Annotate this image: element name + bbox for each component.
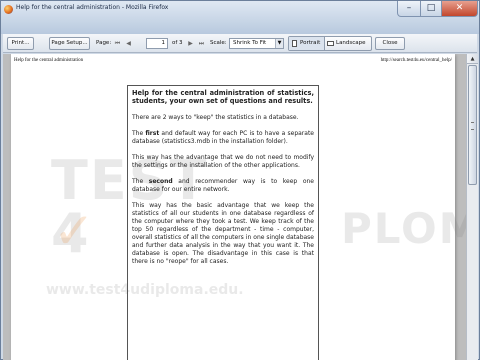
page-number-input[interactable]: 1 bbox=[146, 38, 168, 49]
portrait-button[interactable]: Portrait bbox=[289, 37, 325, 50]
check-mark-icon: ✓ bbox=[53, 202, 95, 260]
watermark-four: 4 bbox=[51, 202, 89, 265]
print-header-title: Help for the central administration bbox=[14, 58, 84, 63]
preview-page: TEST 4 ✓ PLOMA www.test4udiploma.edu. He… bbox=[11, 54, 466, 360]
paragraph-5: This way has the basic advantage that we… bbox=[132, 201, 314, 265]
paragraph-2-rest: and default way for each PC is to have a… bbox=[132, 129, 314, 145]
window-title: Help for the central administration - Mo… bbox=[16, 4, 169, 11]
title-bar[interactable]: Help for the central administration - Mo… bbox=[1, 1, 479, 34]
first-page-icon[interactable]: ⏮ bbox=[113, 39, 122, 48]
watermark-diploma: PLOMA bbox=[341, 204, 466, 253]
vertical-scrollbar[interactable]: ▲ bbox=[466, 54, 478, 360]
print-preview-toolbar: Print... Page Setup... Page: ⏮ ◀ 1 of 3 … bbox=[3, 34, 477, 53]
page-label: Page: bbox=[96, 40, 112, 46]
scale-select[interactable]: Shrink To Fit ▼ bbox=[229, 38, 284, 49]
paragraph-3: This way has the advantage that we do no… bbox=[132, 153, 314, 169]
help-title: Help for the central administration of s… bbox=[132, 89, 314, 106]
print-header-url: http://search.test4u.eu/central_help/ bbox=[380, 58, 452, 63]
scrollbar-thumb[interactable] bbox=[468, 65, 477, 185]
close-preview-button[interactable]: Close bbox=[375, 37, 405, 50]
paragraph-2-strong: first bbox=[145, 129, 160, 137]
portrait-label: Portrait bbox=[300, 40, 321, 46]
landscape-page-icon bbox=[327, 41, 334, 46]
paragraph-2: The first and default way for each PC is… bbox=[132, 130, 314, 146]
paragraph-4: The second and recommender way is to kee… bbox=[132, 178, 314, 194]
paragraph-4-prefix: The bbox=[132, 177, 149, 185]
last-page-icon[interactable]: ⏭ bbox=[197, 39, 206, 48]
firefox-icon bbox=[4, 5, 13, 14]
paragraph-1: There are 2 ways to "keep" the statistic… bbox=[132, 113, 299, 121]
window-close-button[interactable]: ✕ bbox=[441, 1, 478, 17]
maximize-button[interactable]: □ bbox=[420, 1, 442, 17]
scale-label: Scale: bbox=[210, 40, 227, 46]
portrait-page-icon bbox=[292, 40, 297, 47]
orientation-group: Portrait Landscape bbox=[288, 36, 372, 51]
landscape-button[interactable]: Landscape bbox=[325, 37, 371, 50]
paragraph-2-prefix: The bbox=[132, 129, 146, 137]
print-button[interactable]: Print... bbox=[7, 37, 34, 50]
landscape-label: Landscape bbox=[336, 40, 366, 46]
paragraph-4-strong: second bbox=[148, 177, 173, 185]
page-total: 3 bbox=[179, 40, 183, 46]
previous-page-icon[interactable]: ◀ bbox=[124, 39, 133, 48]
scale-value: Shrink To Fit bbox=[233, 40, 267, 46]
next-page-icon[interactable]: ▶ bbox=[186, 39, 195, 48]
of-label: of bbox=[172, 40, 178, 46]
page-setup-button[interactable]: Page Setup... bbox=[49, 37, 90, 50]
preview-canvas[interactable]: TEST 4 ✓ PLOMA www.test4udiploma.edu. He… bbox=[3, 54, 466, 360]
chevron-down-icon[interactable]: ▼ bbox=[275, 39, 283, 48]
scroll-up-icon[interactable]: ▲ bbox=[467, 54, 478, 64]
help-content: Help for the central administration of s… bbox=[127, 85, 319, 360]
minimize-button[interactable]: – bbox=[397, 1, 421, 17]
firefox-window: Help for the central administration - Mo… bbox=[0, 0, 480, 360]
